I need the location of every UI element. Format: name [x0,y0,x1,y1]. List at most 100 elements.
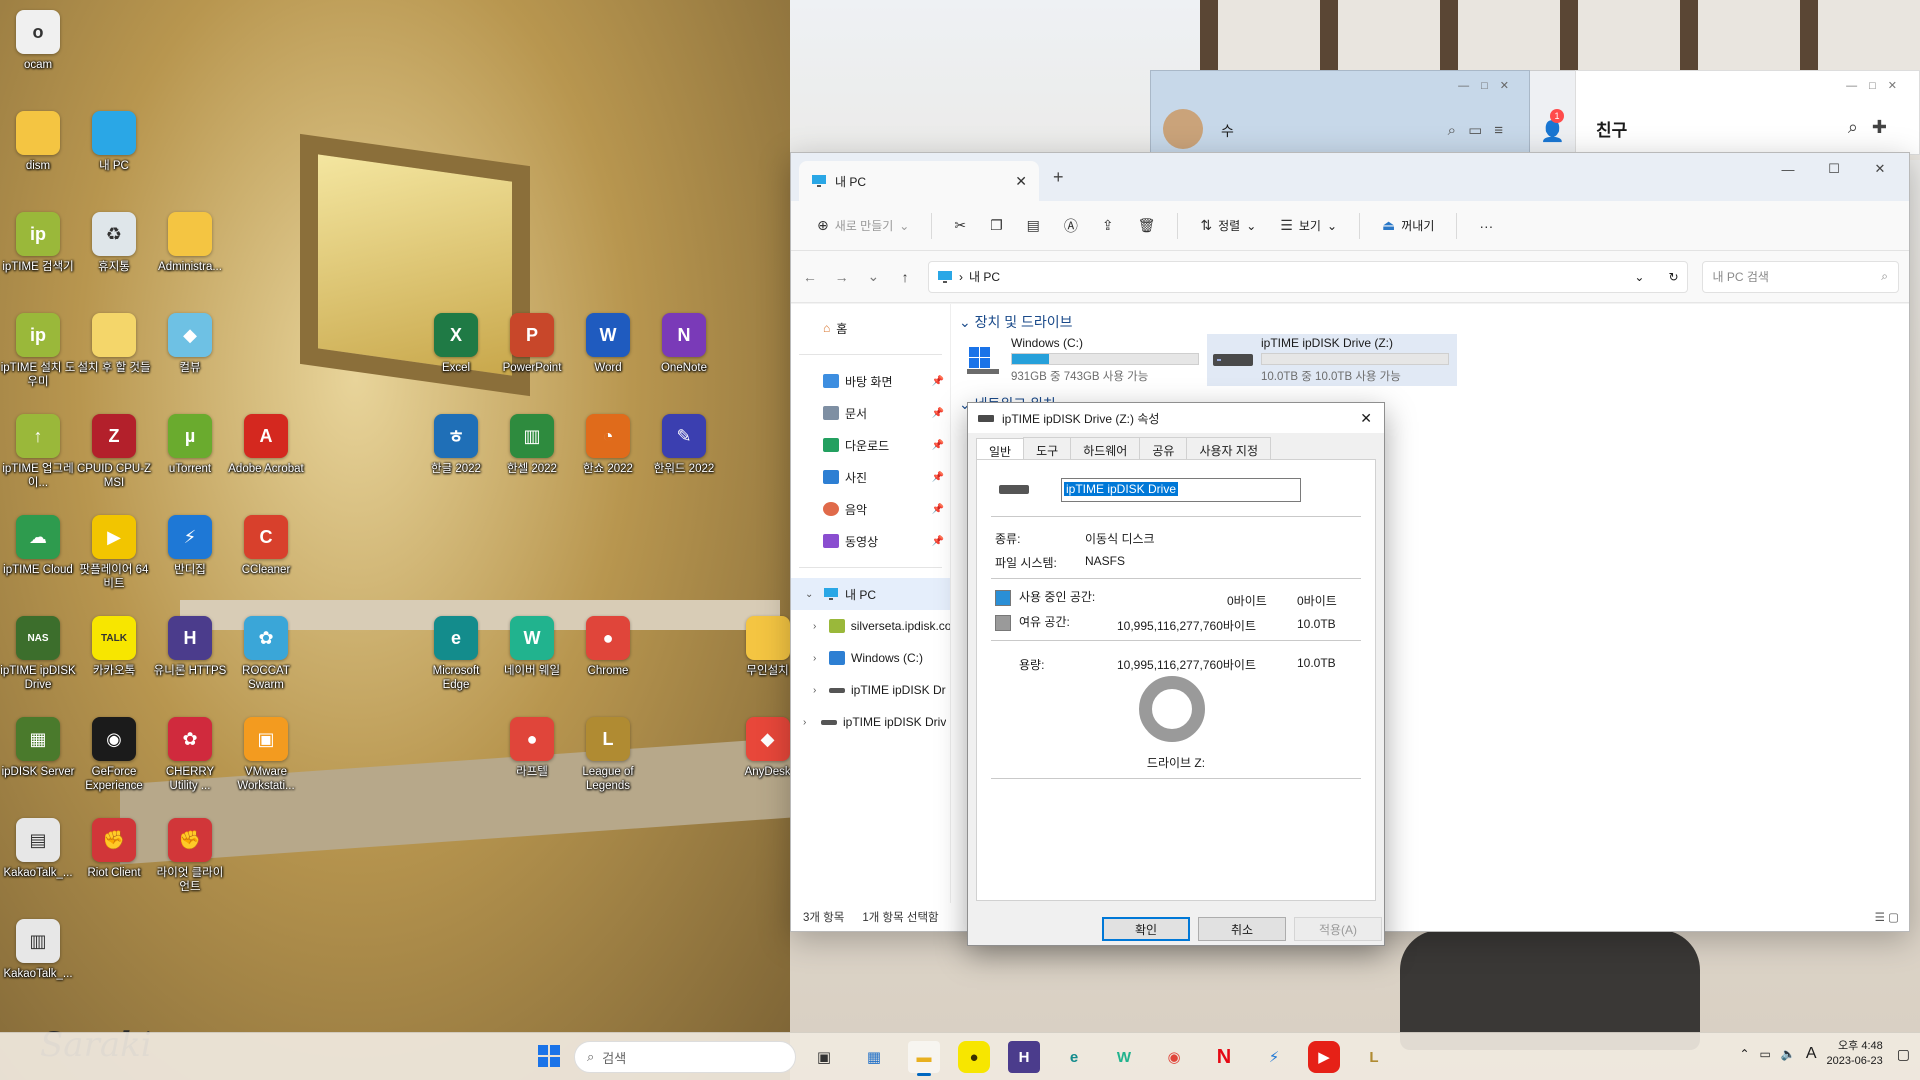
desktop-shortcut[interactable]: ✊ 라이엇 클라이언트 [152,818,228,894]
chevron-right-icon[interactable]: › [803,717,806,728]
forward-arrow-icon[interactable]: → [833,269,851,285]
group-header-devices[interactable]: ⌄ 장치 및 드라이브 [959,312,1073,332]
desktop-shortcut[interactable]: ▶ 팟플레이어 64 비트 [76,515,152,591]
desktop-shortcut[interactable]: µ uTorrent [152,414,228,476]
desktop-shortcut[interactable]: dism [0,111,76,173]
pin-icon[interactable]: 📌 [932,440,944,451]
nav-item-home[interactable]: ⌂ 홈 [791,312,950,344]
kakao-friends-window-controls[interactable]: —□✕ [1846,79,1909,92]
address-dropdown-icon[interactable]: ⌄ [1634,270,1644,284]
league-of-legends-taskbar-icon[interactable]: L [1358,1041,1390,1073]
desktop-shortcut[interactable]: ⚡ 반디집 [152,515,228,577]
task-view-icon[interactable]: ▣ [808,1041,840,1073]
nav-item-music[interactable]: 음악 📌 [791,493,950,525]
search-input[interactable]: 내 PC 검색 ⌕ [1701,260,1900,293]
chevron-right-icon[interactable]: › [813,653,816,664]
desktop-shortcut[interactable]: X Excel [418,313,494,375]
more-button[interactable]: ··· [1471,212,1501,240]
chevron-up-icon[interactable]: ⌃ [1739,1047,1749,1061]
up-arrow-icon[interactable]: ↑ [896,269,914,285]
file-explorer-taskbar-icon[interactable]: ▬ [908,1041,940,1076]
desktop-shortcut[interactable]: ✿ ROCCAT Swarm [228,616,304,692]
youtube-taskbar-icon[interactable]: ▶ [1308,1041,1340,1073]
pin-icon[interactable]: 📌 [932,376,944,387]
desktop-shortcut[interactable]: ip ipTIME 검색기 [0,212,76,274]
nav-item-documents[interactable]: 문서 📌 [791,397,950,429]
nav-item-network-drive[interactable]: › silverseta.ipdisk.co [791,610,950,642]
recent-chevron-icon[interactable]: ⌄ [865,268,883,285]
close-icon[interactable]: ✕ [1360,410,1372,427]
desktop-shortcut[interactable]: W Word [570,313,646,375]
avatar[interactable] [1163,109,1203,149]
close-tab-icon[interactable]: ✕ [1015,173,1027,190]
desktop-shortcut[interactable]: ▥ 한셀 2022 [494,414,570,476]
network-icon[interactable]: ▭ [1760,1047,1771,1061]
desktop-shortcut[interactable]: ↑ ipTIME 업그레이... [0,414,76,490]
person-icon[interactable]: 👤 [1540,119,1565,144]
desktop-shortcut[interactable]: 설치 후 할 것들 [76,313,152,375]
back-arrow-icon[interactable]: ← [801,269,819,285]
microsoft-store-icon[interactable]: ▦ [858,1041,890,1073]
desktop-shortcut[interactable]: ☁ ipTIME Cloud [0,515,76,577]
volume-icon[interactable]: 🔈 [1781,1047,1796,1061]
share-button[interactable]: ⇪ [1094,211,1122,240]
desktop-shortcut[interactable]: ✿ CHERRY Utility ... [152,717,228,793]
paste-button[interactable]: ▤ [1019,211,1048,240]
desktop-shortcut[interactable]: TALK 카카오톡 [76,616,152,678]
ime-indicator[interactable]: A [1806,1045,1817,1063]
desktop-shortcut[interactable]: NAS ipTIME ipDISK Drive [0,616,76,692]
desktop-shortcut[interactable]: ▣ VMware Workstati... [228,717,304,793]
desktop-shortcut[interactable]: ✊ Riot Client [76,818,152,880]
desktop-shortcut[interactable]: N OneNote [646,313,722,375]
chrome-taskbar-icon[interactable]: ◉ [1158,1041,1190,1073]
netflix-taskbar-icon[interactable]: N [1208,1041,1240,1073]
desktop-shortcut[interactable]: ✎ 한워드 2022 [646,414,722,476]
drive-ipdisk-z[interactable]: ipTIME ipDISK Drive (Z:) 10.0TB 중 10.0TB… [1207,334,1457,386]
view-button[interactable]: ☰ 보기 ⌄ [1272,211,1345,240]
kakaotalk-taskbar-icon[interactable]: ● [958,1041,990,1073]
close-button[interactable]: ✕ [1857,153,1903,185]
desktop-shortcut[interactable]: ▥ KakaoTalk_... [0,919,76,981]
delete-button[interactable]: 🗑 [1130,211,1164,240]
desktop-shortcut[interactable]: ● Chrome [570,616,646,678]
apply-button[interactable]: 적용(A) [1294,917,1382,941]
whale-taskbar-icon[interactable]: W [1108,1041,1140,1073]
desktop-shortcut[interactable]: Z CPUID CPU-Z MSI [76,414,152,490]
chevron-down-icon[interactable]: ⌄ [805,589,813,600]
minimize-button[interactable]: — [1765,153,1811,185]
desktop-shortcut[interactable]: 내 PC [76,111,152,173]
drive-windows-c[interactable]: Windows (C:) 931GB 중 743GB 사용 가능 [957,334,1207,386]
cut-button[interactable]: ✂ [946,211,974,240]
desktop-shortcut[interactable]: W 네이버 웨일 [494,616,570,678]
pin-icon[interactable]: 📌 [932,504,944,515]
desktop-shortcut[interactable]: ● 라프텔 [494,717,570,779]
drive-name-input[interactable]: ipTIME ipDISK Drive [1061,478,1301,502]
desktop-shortcut[interactable]: ▦ ipDISK Server [0,717,76,779]
explorer-tab[interactable]: 내 PC ✕ [799,161,1039,201]
breadcrumb[interactable]: 내 PC [969,268,1000,285]
pin-icon[interactable]: 📌 [932,408,944,419]
desktop-shortcut[interactable]: ♻ 휴지통 [76,212,152,274]
nav-item-ipdisk-2[interactable]: › ipTIME ipDISK Driv [791,706,950,738]
desktop-shortcut[interactable]: o ocam [0,10,76,72]
kakao-chat-window-controls[interactable]: —□✕ [1458,79,1521,92]
kakao-friends-window[interactable]: —□✕ 친구 ⌕✚ [1575,70,1920,155]
desktop-shortcut[interactable]: A Adobe Acrobat [228,414,304,476]
nav-item-this-pc[interactable]: ⌄ 내 PC [791,578,950,610]
chevron-right-icon[interactable]: › [813,685,816,696]
eject-button[interactable]: ⏏ 꺼내기 [1374,211,1442,240]
nav-item-videos[interactable]: 동영상 📌 [791,525,950,557]
bandizip-taskbar-icon[interactable]: ⚡ [1258,1041,1290,1073]
desktop-shortcut[interactable]: ◔ 한쇼 2022 [570,414,646,476]
desktop-shortcut[interactable]: C CCleaner [228,515,304,577]
ok-button[interactable]: 확인 [1102,917,1190,941]
nav-item-desktop[interactable]: 바탕 화면 📌 [791,365,950,397]
desktop-shortcut[interactable]: e Microsoft Edge [418,616,494,692]
rename-button[interactable]: Ⓐ [1056,210,1086,242]
kakao-chat-window[interactable]: —□✕ 수 ⌕▭≡ [1150,70,1530,155]
nav-item-downloads[interactable]: 다운로드 📌 [791,429,950,461]
desktop-shortcut[interactable]: P PowerPoint [494,313,570,375]
cancel-button[interactable]: 취소 [1198,917,1286,941]
friends-tool-icons[interactable]: ⌕✚ [1848,117,1901,138]
view-toggle-icons[interactable]: ☰ ▢ [1875,910,1899,924]
